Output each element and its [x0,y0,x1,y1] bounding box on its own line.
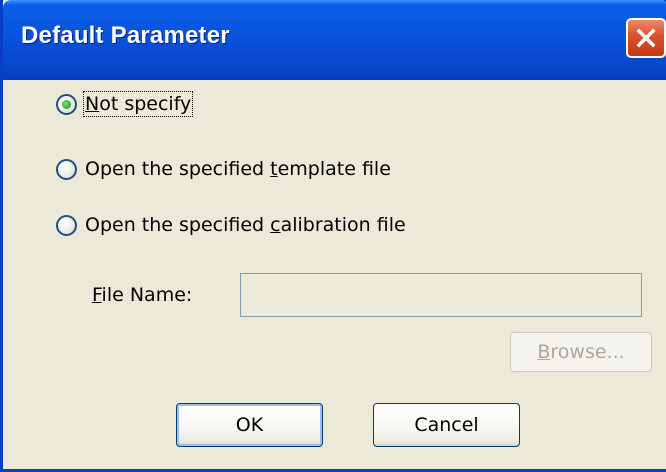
option-template-file-text-a: Open the specified [85,158,271,180]
option-calibration-file[interactable]: Open the specified calibration file [56,214,406,236]
radio-template-file[interactable] [56,158,77,180]
cancel-button[interactable]: Cancel [373,403,520,447]
option-template-file-label: Open the specified template file [85,158,391,180]
close-icon [636,28,656,48]
file-name-input[interactable] [240,273,642,317]
ok-label: OK [235,414,264,436]
radio-calibration-file[interactable] [56,214,77,236]
option-calibration-file-label: Open the specified calibration file [85,214,406,236]
file-name-label: File Name: [92,284,192,306]
dialog-body: Not specify Open the specified template … [6,80,666,469]
option-template-file-text-b: emplate file [277,158,391,180]
option-not-specify-text: ot specify [99,93,192,115]
option-calibration-file-text-a: Open the specified [85,214,271,236]
file-name-label-text: ile Name: [101,284,193,306]
dialog-window: Default Parameter Not specify Open the s… [0,0,666,472]
option-template-file[interactable]: Open the specified template file [56,158,391,180]
cancel-label: Cancel [414,414,479,436]
browse-mnemonic: B [537,341,551,363]
browse-button[interactable]: Browse... [510,332,652,372]
option-not-specify[interactable]: Not specify [56,91,194,117]
title-bar[interactable]: Default Parameter [3,0,666,80]
option-not-specify-mnemonic: N [85,93,100,115]
dialog-title: Default Parameter [21,22,230,49]
ok-button[interactable]: OK [176,403,323,447]
option-calibration-file-text-b: alibration file [280,214,406,236]
close-button[interactable] [626,18,666,58]
option-calibration-file-mnemonic: c [270,214,281,236]
file-name-mnemonic: F [92,284,102,306]
radio-not-specify[interactable] [56,93,77,115]
option-not-specify-label: Not specify [82,91,194,117]
option-template-file-mnemonic: t [270,158,278,180]
browse-label: rowse... [550,341,625,363]
